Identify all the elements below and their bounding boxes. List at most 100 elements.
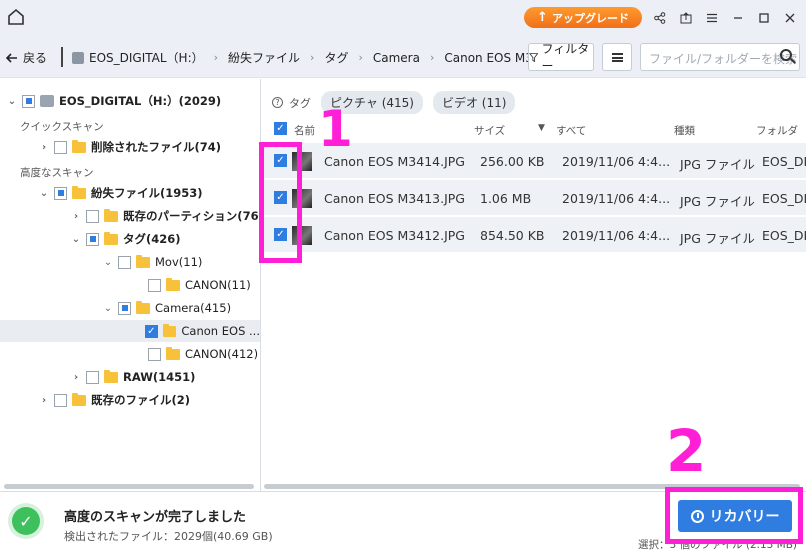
tree-item-canon-eos[interactable]: ✓ Canon EOS ...: [0, 320, 260, 342]
title-bar: ↑ アップグレード: [0, 0, 806, 36]
sort-down-icon[interactable]: ▼: [538, 123, 545, 133]
annotation-number-1: 1: [318, 100, 353, 158]
tree-checkbox[interactable]: [86, 209, 99, 223]
arrow-up-icon: ↑: [537, 10, 548, 25]
file-size: 1.06 MB: [480, 191, 532, 206]
help-icon[interactable]: ?: [272, 97, 283, 108]
tag-filter-bar: ? タグ ピクチャ (415) ビデオ (11): [272, 91, 516, 114]
column-header-folder[interactable]: フォルダ: [756, 123, 798, 138]
file-date: 2019/11/06 4:4...: [562, 191, 671, 206]
folder-icon: [136, 254, 150, 268]
table-row[interactable]: ✓ Canon EOS M3412.JPG 854.50 KB 2019/11/…: [262, 217, 806, 253]
tree-item-root[interactable]: ⌄ EOS_DIGITAL（H:）(2029): [6, 90, 221, 112]
tree-label-mov: Mov(11): [155, 255, 203, 269]
upgrade-label: アップグレード: [551, 11, 629, 25]
folder-icon: [162, 323, 177, 337]
table-row[interactable]: ✓ Canon EOS M3413.JPG 1.06 MB 2019/11/06…: [262, 180, 806, 216]
chevron-down-icon[interactable]: ⌄: [102, 257, 114, 268]
search-input[interactable]: ファイル/フォルダーを検索: [640, 43, 800, 71]
maximize-icon[interactable]: [754, 8, 774, 28]
back-label: 戻る: [23, 51, 48, 65]
tree-checkbox[interactable]: [54, 186, 67, 200]
list-menu-button[interactable]: [602, 43, 632, 71]
tree-checkbox[interactable]: [148, 347, 161, 361]
breadcrumb-drive[interactable]: EOS_DIGITAL（H:）: [72, 49, 204, 66]
tree-item-deleted[interactable]: › 削除されたファイル(74): [38, 136, 221, 158]
arrow-left-icon: [6, 52, 17, 63]
tree-item-mov[interactable]: ⌄ Mov(11): [102, 251, 202, 273]
tree-checkbox[interactable]: ✓: [144, 324, 158, 338]
filter-label: フィルター: [541, 42, 590, 73]
folder-icon: [72, 139, 86, 153]
menu-icon[interactable]: [702, 8, 722, 28]
tree-checkbox[interactable]: [86, 370, 99, 384]
folder-tree-panel: ⌄ EOS_DIGITAL（H:）(2029) クイックスキャン › 削除された…: [0, 79, 264, 491]
tree-checkbox[interactable]: [54, 393, 67, 407]
file-folder: EOS_DI: [762, 154, 806, 169]
file-type: JPG ファイル: [680, 231, 755, 246]
home-icon[interactable]: [6, 7, 26, 27]
tree-item-camera[interactable]: ⌄ Camera(415): [102, 297, 231, 319]
chevron-down-icon[interactable]: ⌄: [6, 96, 18, 107]
chevron-right-icon[interactable]: ›: [70, 211, 82, 222]
share-icon[interactable]: [650, 8, 670, 28]
tree-item-canon-mov[interactable]: CANON(11): [144, 274, 251, 296]
file-folder: EOS_DI: [762, 228, 806, 243]
breadcrumb-lost-files[interactable]: 紛失ファイル: [228, 49, 300, 66]
file-date: 2019/11/06 4:4...: [562, 154, 671, 169]
minimize-icon[interactable]: [728, 8, 748, 28]
tree-label-camera: Camera(415): [155, 301, 232, 315]
tree-horizontal-scrollbar[interactable]: [4, 484, 254, 489]
annotation-number-2: 2: [666, 417, 707, 485]
chevron-down-icon[interactable]: ⌄: [102, 303, 114, 314]
annotation-box-2: [665, 487, 803, 544]
close-icon[interactable]: [780, 8, 800, 28]
column-header-size[interactable]: サイズ: [474, 123, 505, 138]
folder-icon: [104, 208, 118, 222]
breadcrumb-camera[interactable]: Camera: [373, 51, 420, 65]
tree-label-existing-partition: 既存のパーティション(76): [123, 209, 264, 223]
tree-label-deleted: 削除されたファイル(74): [91, 140, 222, 154]
column-header-date[interactable]: すべて: [556, 123, 586, 138]
select-all-checkbox[interactable]: ✓: [274, 122, 287, 135]
breadcrumb-tag[interactable]: タグ: [324, 49, 348, 66]
tree-item-tag[interactable]: ⌄ タグ(426): [70, 228, 181, 250]
upgrade-button[interactable]: ↑ アップグレード: [524, 7, 642, 28]
filter-button[interactable]: フィルター: [528, 42, 594, 73]
check-circle-icon: ✓: [12, 507, 40, 535]
tree-label-tag: タグ(426): [123, 232, 181, 246]
tree-checkbox[interactable]: [86, 232, 99, 246]
back-button[interactable]: 戻る: [6, 49, 47, 66]
annotation-box-1: [259, 142, 302, 263]
tree-item-existing-files[interactable]: › 既存のファイル(2): [38, 389, 190, 411]
tree-item-lost-files[interactable]: ⌄ 紛失ファイル(1953): [38, 182, 203, 204]
tree-checkbox[interactable]: [148, 278, 161, 292]
search-icon[interactable]: [780, 49, 792, 61]
hamburger-icon: [611, 52, 623, 62]
drive-icon: [72, 52, 84, 64]
tree-item-raw[interactable]: › RAW(1451): [70, 366, 195, 388]
tree-item-canon-412[interactable]: CANON(412): [144, 343, 258, 365]
folder-icon: [166, 346, 180, 360]
tag-label: タグ: [289, 96, 311, 110]
column-header-type[interactable]: 種類: [674, 123, 695, 138]
tree-checkbox[interactable]: [22, 94, 35, 108]
folder-icon: [72, 392, 86, 406]
chevron-right-icon[interactable]: ›: [38, 395, 50, 406]
files-found-text: 検出されたファイル：2029個(40.69 GB): [64, 530, 273, 543]
file-type: JPG ファイル: [680, 157, 755, 172]
chevron-down-icon[interactable]: ⌄: [70, 234, 82, 245]
tree-item-existing-partition[interactable]: › 既存のパーティション(76): [70, 205, 264, 227]
tag-pill-videos[interactable]: ビデオ (11): [432, 91, 516, 114]
breadcrumb-canon-eos[interactable]: Canon EOS M3: [444, 51, 533, 65]
tree-checkbox[interactable]: [118, 255, 131, 269]
tree-label-canon-412: CANON(412): [185, 347, 259, 361]
export-icon[interactable]: [676, 8, 696, 28]
tree-checkbox[interactable]: [118, 301, 131, 315]
column-header-name[interactable]: 名前: [294, 123, 315, 138]
chevron-right-icon[interactable]: ›: [38, 142, 50, 153]
chevron-right-icon[interactable]: ›: [70, 372, 82, 383]
funnel-icon: [529, 52, 539, 62]
chevron-down-icon[interactable]: ⌄: [38, 188, 50, 199]
tree-checkbox[interactable]: [54, 140, 67, 154]
